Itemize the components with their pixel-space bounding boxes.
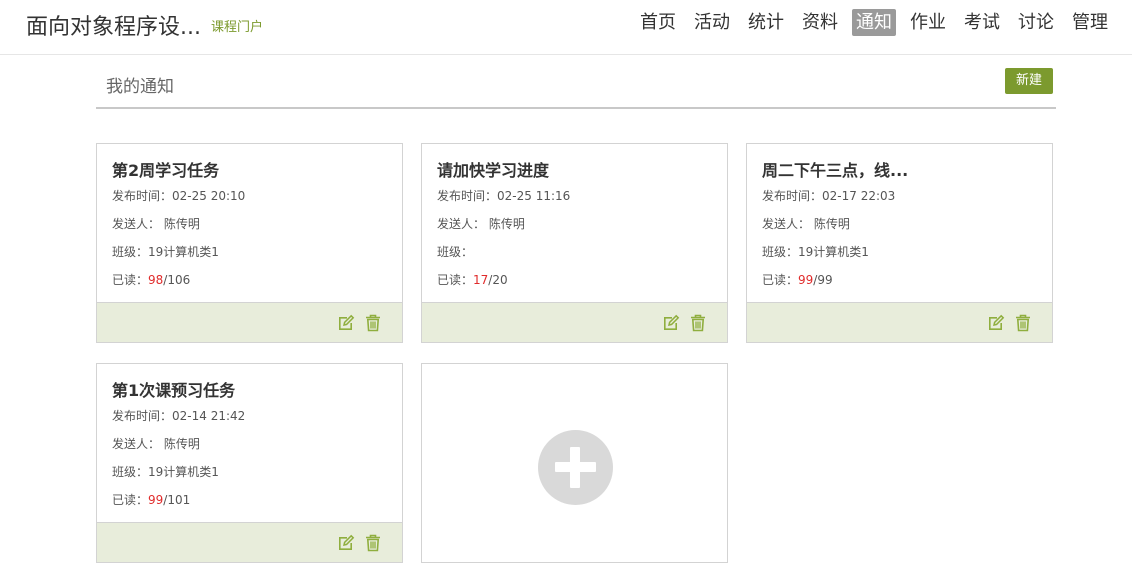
edit-icon[interactable] — [661, 313, 681, 333]
read-total: /106 — [163, 273, 191, 287]
nav-exam[interactable]: 考试 — [960, 9, 1004, 36]
notice-sender: 发送人： 陈传明 — [762, 215, 850, 232]
publish-time-label: 发布时间： — [437, 189, 498, 203]
nav-management[interactable]: 管理 — [1068, 9, 1112, 36]
plus-icon[interactable] — [538, 430, 613, 505]
course-portal-link[interactable]: 课程门户 — [211, 16, 263, 35]
notice-class: 班级：19计算机类1 — [112, 463, 219, 480]
notice-sender: 发送人： 陈传明 — [437, 215, 525, 232]
sender-label: 发送人： — [762, 217, 811, 231]
notice-title[interactable]: 第1次课预习任务 — [112, 377, 235, 401]
notice-card[interactable]: 请加快学习进度 发布时间：02-25 11:16 发送人： 陈传明 班级： 已读… — [421, 143, 728, 343]
nav-statistics[interactable]: 统计 — [744, 9, 788, 36]
nav-homework[interactable]: 作业 — [906, 9, 950, 36]
notice-publish-time: 发布时间：02-14 21:42 — [112, 407, 245, 424]
publish-time-label: 发布时间： — [112, 409, 173, 423]
notice-card-footer — [97, 302, 402, 342]
class-label: 班级： — [762, 245, 799, 259]
notice-read: 已读：17/20 — [437, 271, 508, 288]
nav-home[interactable]: 首页 — [636, 9, 680, 36]
read-total: /101 — [163, 493, 191, 507]
class-label: 班级： — [112, 245, 149, 259]
page-title: 我的通知 — [106, 77, 174, 97]
notice-class: 班级：19计算机类1 — [762, 243, 869, 260]
notice-card[interactable]: 周二下午三点，线... 发布时间：02-17 22:03 发送人： 陈传明 班级… — [746, 143, 1053, 343]
read-label: 已读： — [437, 273, 474, 287]
class-value: 19计算机类1 — [798, 245, 869, 259]
read-total: /20 — [488, 273, 508, 287]
notice-title[interactable]: 周二下午三点，线... — [762, 157, 908, 181]
publish-time-value: 02-25 20:10 — [172, 189, 246, 203]
notice-read: 已读：98/106 — [112, 271, 190, 288]
notice-card[interactable]: 第2周学习任务 发布时间：02-25 20:10 发送人： 陈传明 班级：19计… — [96, 143, 403, 343]
notice-read: 已读：99/101 — [112, 491, 190, 508]
read-count: 98 — [148, 273, 164, 287]
notice-card-footer — [97, 522, 402, 562]
trash-icon[interactable] — [363, 313, 383, 333]
edit-icon[interactable] — [986, 313, 1006, 333]
class-value: 19计算机类1 — [148, 245, 219, 259]
class-value: 19计算机类1 — [148, 465, 219, 479]
publish-time-value: 02-17 22:03 — [822, 189, 896, 203]
top-bar: 面向对象程序设... 课程门户 首页 活动 统计 资料 通知 作业 考试 讨论 … — [0, 0, 1132, 55]
read-total: /99 — [813, 273, 833, 287]
trash-icon[interactable] — [688, 313, 708, 333]
sender-value: 陈传明 — [813, 217, 850, 231]
notice-class: 班级：19计算机类1 — [112, 243, 219, 260]
notice-card-footer — [422, 302, 727, 342]
nav-materials[interactable]: 资料 — [798, 9, 842, 36]
nav-notifications[interactable]: 通知 — [852, 9, 896, 36]
publish-time-label: 发布时间： — [112, 189, 173, 203]
read-label: 已读： — [112, 493, 149, 507]
page-header: 我的通知 新建 — [96, 56, 1056, 109]
class-label: 班级： — [437, 245, 474, 259]
notice-read: 已读：99/99 — [762, 271, 833, 288]
trash-icon[interactable] — [363, 533, 383, 553]
sender-value: 陈传明 — [488, 217, 525, 231]
sender-label: 发送人： — [112, 217, 161, 231]
publish-time-value: 02-25 11:16 — [497, 189, 571, 203]
edit-icon[interactable] — [336, 533, 356, 553]
notice-publish-time: 发布时间：02-17 22:03 — [762, 187, 895, 204]
class-label: 班级： — [112, 465, 149, 479]
publish-time-value: 02-14 21:42 — [172, 409, 246, 423]
read-count: 99 — [798, 273, 814, 287]
read-label: 已读： — [112, 273, 149, 287]
main-nav: 首页 活动 统计 资料 通知 作业 考试 讨论 管理 — [636, 9, 1112, 36]
read-count: 99 — [148, 493, 164, 507]
add-notice-card[interactable] — [421, 363, 728, 563]
notice-title[interactable]: 请加快学习进度 — [437, 157, 549, 181]
course-title: 面向对象程序设... — [26, 15, 201, 40]
trash-icon[interactable] — [1013, 313, 1033, 333]
edit-icon[interactable] — [336, 313, 356, 333]
read-label: 已读： — [762, 273, 799, 287]
notice-card[interactable]: 第1次课预习任务 发布时间：02-14 21:42 发送人： 陈传明 班级：19… — [96, 363, 403, 563]
notice-card-footer — [747, 302, 1052, 342]
notice-publish-time: 发布时间：02-25 11:16 — [437, 187, 570, 204]
notice-sender: 发送人： 陈传明 — [112, 435, 200, 452]
notice-class: 班级： — [437, 243, 473, 260]
notice-sender: 发送人： 陈传明 — [112, 215, 200, 232]
notice-publish-time: 发布时间：02-25 20:10 — [112, 187, 245, 204]
notice-title[interactable]: 第2周学习任务 — [112, 157, 219, 181]
sender-label: 发送人： — [112, 437, 161, 451]
sender-label: 发送人： — [437, 217, 486, 231]
new-notice-button[interactable]: 新建 — [1005, 68, 1053, 94]
sender-value: 陈传明 — [163, 437, 200, 451]
publish-time-label: 发布时间： — [762, 189, 823, 203]
nav-discussion[interactable]: 讨论 — [1014, 9, 1058, 36]
sender-value: 陈传明 — [163, 217, 200, 231]
read-count: 17 — [473, 273, 489, 287]
nav-activity[interactable]: 活动 — [690, 9, 734, 36]
